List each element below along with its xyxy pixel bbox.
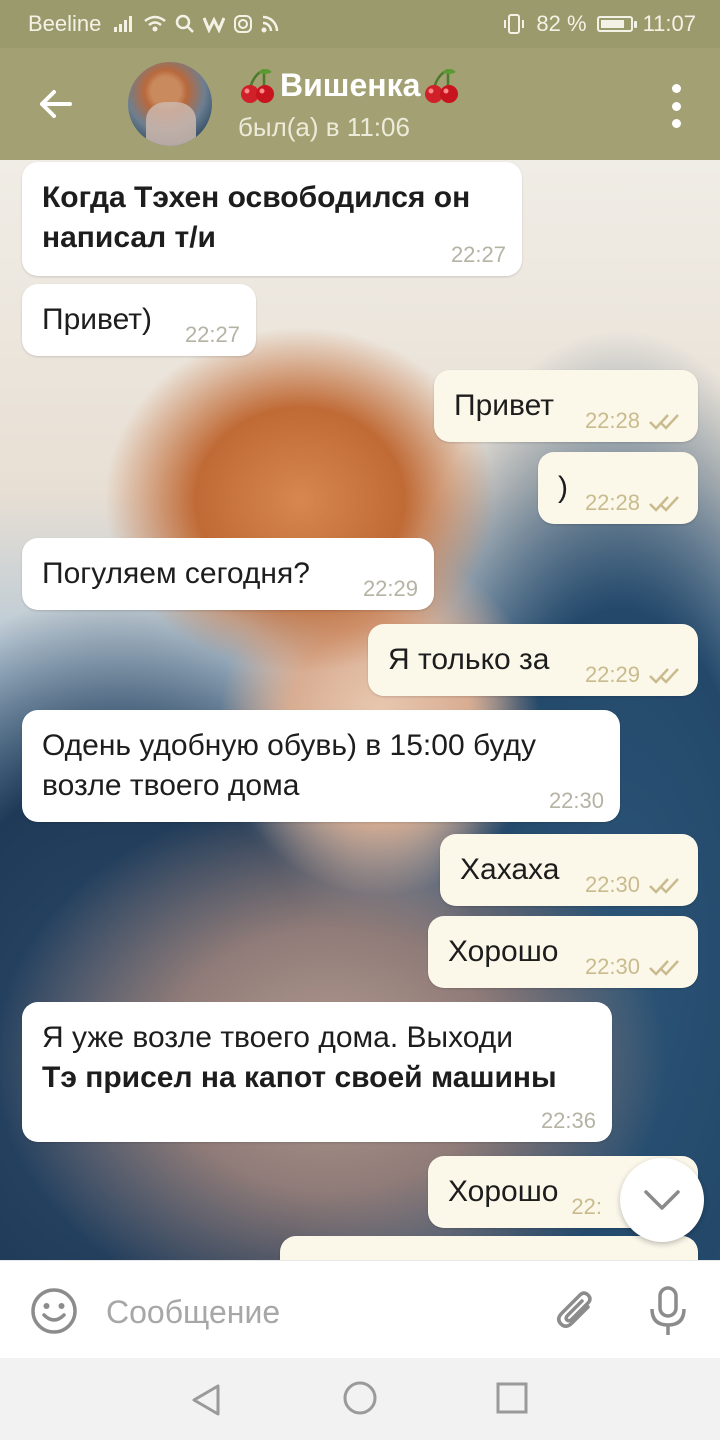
message-bubble[interactable]: Одень удобную обувь) в 15:00 буду возле … xyxy=(22,710,620,822)
nav-recent-apps-icon[interactable] xyxy=(496,1382,528,1414)
message-bubble[interactable]: Хахаха 22:30 xyxy=(440,834,698,906)
message-bubble[interactable]: Привет) 22:27 xyxy=(22,284,256,356)
avatar[interactable] xyxy=(128,62,212,146)
message-bubble[interactable]: Я уже возле твоего дома. Выходи Тэ присе… xyxy=(22,1002,612,1142)
last-seen-status: был(а) в 11:06 xyxy=(238,112,410,142)
message-time: 22:28 xyxy=(584,408,640,433)
clock: 11:07 xyxy=(642,11,696,36)
vibrate-icon xyxy=(504,14,525,34)
status-bar: Beeline 82 % 11:07 xyxy=(0,0,720,48)
message-text: Когда Тэхен освободился он написал т/и xyxy=(42,181,471,254)
message-bubble[interactable]: Я только за 22:29 xyxy=(368,624,698,696)
message-text: Погуляем сегодня? xyxy=(42,557,310,590)
read-check-icon xyxy=(649,414,679,430)
scroll-down-button[interactable] xyxy=(620,1158,704,1242)
message-bubble[interactable]: Когда Тэхен освободился он написал т/и 2… xyxy=(22,162,522,276)
message-time: 22:27 xyxy=(184,322,240,347)
message-time: 22: xyxy=(571,1194,602,1219)
nav-home-icon[interactable] xyxy=(342,1380,378,1416)
battery-percent: 82 % xyxy=(536,11,587,36)
message-text: Я уже возле твоего дома. Выходи xyxy=(42,1021,514,1054)
system-nav-bar xyxy=(0,1358,720,1440)
composer xyxy=(0,1260,720,1359)
instagram-icon xyxy=(234,15,253,33)
search-icon xyxy=(176,14,195,33)
cherry-icon xyxy=(241,68,274,103)
chat-header: Вишенка был(а) в 11:06 xyxy=(0,48,720,160)
message-time: 22:29 xyxy=(362,576,418,601)
attach-icon[interactable] xyxy=(554,1287,600,1335)
wifi-icon xyxy=(144,15,167,32)
message-time: 22:36 xyxy=(540,1108,596,1133)
battery-icon xyxy=(596,16,637,32)
message-text-bold: Тэ присел на капот своей машины xyxy=(42,1061,557,1094)
read-check-icon xyxy=(649,878,679,894)
chat-title[interactable]: Вишенка xyxy=(238,66,462,104)
message-time: 22:29 xyxy=(584,662,640,687)
message-time: 22:30 xyxy=(584,872,640,897)
more-vert-icon[interactable] xyxy=(668,84,684,128)
message-bubble[interactable]: Хорошо 22:30 xyxy=(428,916,698,988)
message-time: 22:30 xyxy=(548,788,604,813)
nav-back-icon[interactable] xyxy=(186,1380,226,1420)
carrier-label: Beeline xyxy=(28,11,102,36)
chevron-down-icon xyxy=(644,1190,680,1210)
rss-icon xyxy=(261,15,279,33)
message-input[interactable] xyxy=(104,1283,528,1341)
cherry-icon xyxy=(425,68,459,103)
message-bubble[interactable]: Погуляем сегодня? 22:29 xyxy=(22,538,434,610)
read-check-icon xyxy=(649,668,679,684)
message-bubble-partial[interactable] xyxy=(280,1236,698,1260)
message-bubble[interactable]: ) 22:28 xyxy=(538,452,698,524)
read-check-icon xyxy=(649,960,679,976)
status-icons xyxy=(113,14,279,34)
message-time: 22:30 xyxy=(584,954,640,979)
emoji-icon[interactable] xyxy=(30,1287,78,1335)
message-time: 22:28 xyxy=(584,490,640,515)
microphone-icon[interactable] xyxy=(646,1285,690,1337)
message-list[interactable]: Когда Тэхен освободился он написал т/и 2… xyxy=(0,160,720,1260)
signal-icon xyxy=(114,16,133,32)
message-text: Одень удобную обувь) в 15:00 буду возле … xyxy=(42,729,536,802)
message-bubble[interactable]: Привет 22:28 xyxy=(434,370,698,442)
chat-title-text: Вишенка xyxy=(280,66,421,103)
read-check-icon xyxy=(649,496,679,512)
back-arrow-icon[interactable] xyxy=(30,78,82,130)
message-time: 22:27 xyxy=(450,242,506,267)
app-w-icon xyxy=(203,16,226,33)
